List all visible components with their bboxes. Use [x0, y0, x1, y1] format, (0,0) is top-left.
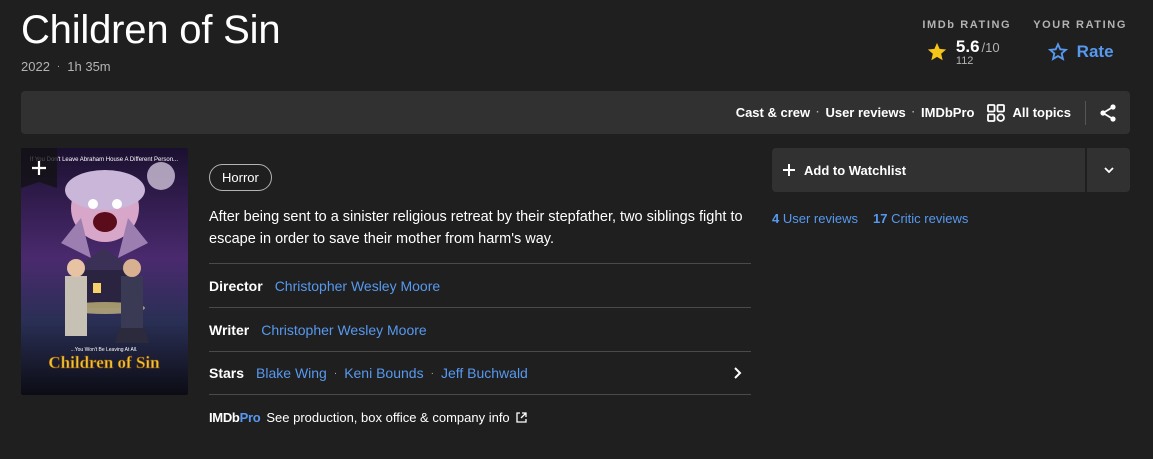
credit-row-stars: Stars Blake Wing · Keni Bounds · Jeff Bu… — [209, 351, 751, 395]
chevron-right-icon[interactable] — [731, 366, 745, 380]
share-button[interactable] — [1098, 103, 1118, 123]
nav-divider — [1085, 100, 1086, 125]
poster-title: Children of Sin — [48, 353, 160, 372]
grid-icon — [987, 103, 1006, 122]
genre-chip[interactable]: Horror — [209, 164, 272, 191]
credit-row-director: Director Christopher Wesley Moore — [209, 263, 751, 307]
director-link[interactable]: Christopher Wesley Moore — [275, 278, 440, 294]
star-icon — [927, 42, 947, 61]
rating-score: 5.6 — [955, 37, 980, 56]
credit-row-writer: Writer Christopher Wesley Moore — [209, 307, 751, 351]
rate-button[interactable]: Rate — [1047, 41, 1114, 63]
critic-reviews-label: Critic reviews — [891, 211, 969, 226]
imdbpro-logo-a: IMDb — [209, 410, 240, 425]
star-link[interactable]: Keni Bounds — [344, 365, 423, 381]
all-topics-button[interactable]: All topics — [986, 103, 1071, 123]
writer-label[interactable]: Writer — [209, 322, 249, 338]
plus-icon — [32, 161, 46, 175]
stars-label[interactable]: Stars — [209, 365, 244, 381]
poster-artwork: If You Don't Leave Abraham House A Diffe… — [21, 148, 188, 395]
credits-list: Director Christopher Wesley Moore Writer… — [209, 263, 751, 395]
writer-link[interactable]: Christopher Wesley Moore — [261, 322, 426, 338]
watchlist-dropdown-button[interactable] — [1086, 148, 1130, 192]
nav-user-reviews[interactable]: User reviews — [825, 105, 905, 120]
star-outline-icon — [1047, 41, 1068, 61]
user-reviews-label: User reviews — [782, 211, 858, 226]
imdbpro-logo-b: Pro — [239, 410, 261, 425]
page-title: Children of Sin — [21, 8, 281, 52]
rating-votes: 112 — [955, 55, 974, 67]
user-reviews-link[interactable]: 4 User reviews — [772, 211, 858, 226]
critic-reviews-link[interactable]: 17 Critic reviews — [873, 211, 968, 226]
rating-outof: /10 — [981, 40, 1000, 55]
star-separator: · — [430, 367, 434, 379]
your-rating-block: YOUR RATING Rate — [1033, 19, 1127, 67]
add-to-list-ribbon[interactable] — [21, 148, 57, 188]
nav-cast-crew[interactable]: Cast & crew — [736, 105, 810, 120]
star-link[interactable]: Jeff Buchwald — [441, 365, 528, 381]
rate-label: Rate — [1076, 42, 1114, 61]
imdbpro-logo: IMDbPro — [209, 410, 261, 425]
plot-summary: After being sent to a sinister religious… — [209, 209, 743, 247]
movie-poster[interactable]: If You Don't Leave Abraham House A Diffe… — [21, 148, 188, 395]
plus-icon — [783, 164, 795, 176]
imdbpro-text: See production, box office & company inf… — [266, 410, 510, 425]
nav-imdbpro[interactable]: IMDbPro — [921, 105, 974, 120]
all-topics-label: All topics — [1012, 105, 1071, 120]
your-rating-label: YOUR RATING — [1033, 19, 1127, 31]
nav-separator: · — [911, 107, 916, 118]
imdbpro-link[interactable]: IMDbPro See production, box office & com… — [209, 410, 527, 425]
subnav-bar: Cast & crew · User reviews · IMDbPro All… — [21, 91, 1130, 134]
imdb-rating-label: IMDb RATING — [922, 19, 1012, 31]
watchlist-control: Add to Watchlist — [772, 148, 1130, 192]
nav-separator: · — [816, 107, 820, 118]
chevron-down-icon — [1103, 167, 1114, 174]
critic-reviews-count: 17 — [872, 211, 888, 226]
review-links: 4 User reviews 17 Critic reviews — [772, 211, 968, 226]
star-separator: · — [333, 367, 338, 379]
title-meta: 2022 · 1h 35m — [21, 59, 111, 74]
share-icon — [1100, 103, 1116, 122]
user-reviews-count: 4 — [772, 211, 780, 226]
ratings-area: IMDb RATING 5.6 /10 112 YOUR RATING Rate — [922, 19, 1127, 67]
release-year[interactable]: 2022 — [21, 59, 50, 74]
add-to-watchlist-button[interactable]: Add to Watchlist — [772, 148, 1085, 192]
external-link-icon — [516, 412, 527, 423]
director-label[interactable]: Director — [209, 278, 263, 294]
meta-separator: · — [56, 61, 61, 72]
runtime: 1h 35m — [67, 59, 111, 74]
imdb-rating-block[interactable]: IMDb RATING 5.6 /10 112 — [922, 19, 1011, 67]
watchlist-label: Add to Watchlist — [804, 162, 907, 178]
star-link[interactable]: Blake Wing — [256, 365, 327, 381]
